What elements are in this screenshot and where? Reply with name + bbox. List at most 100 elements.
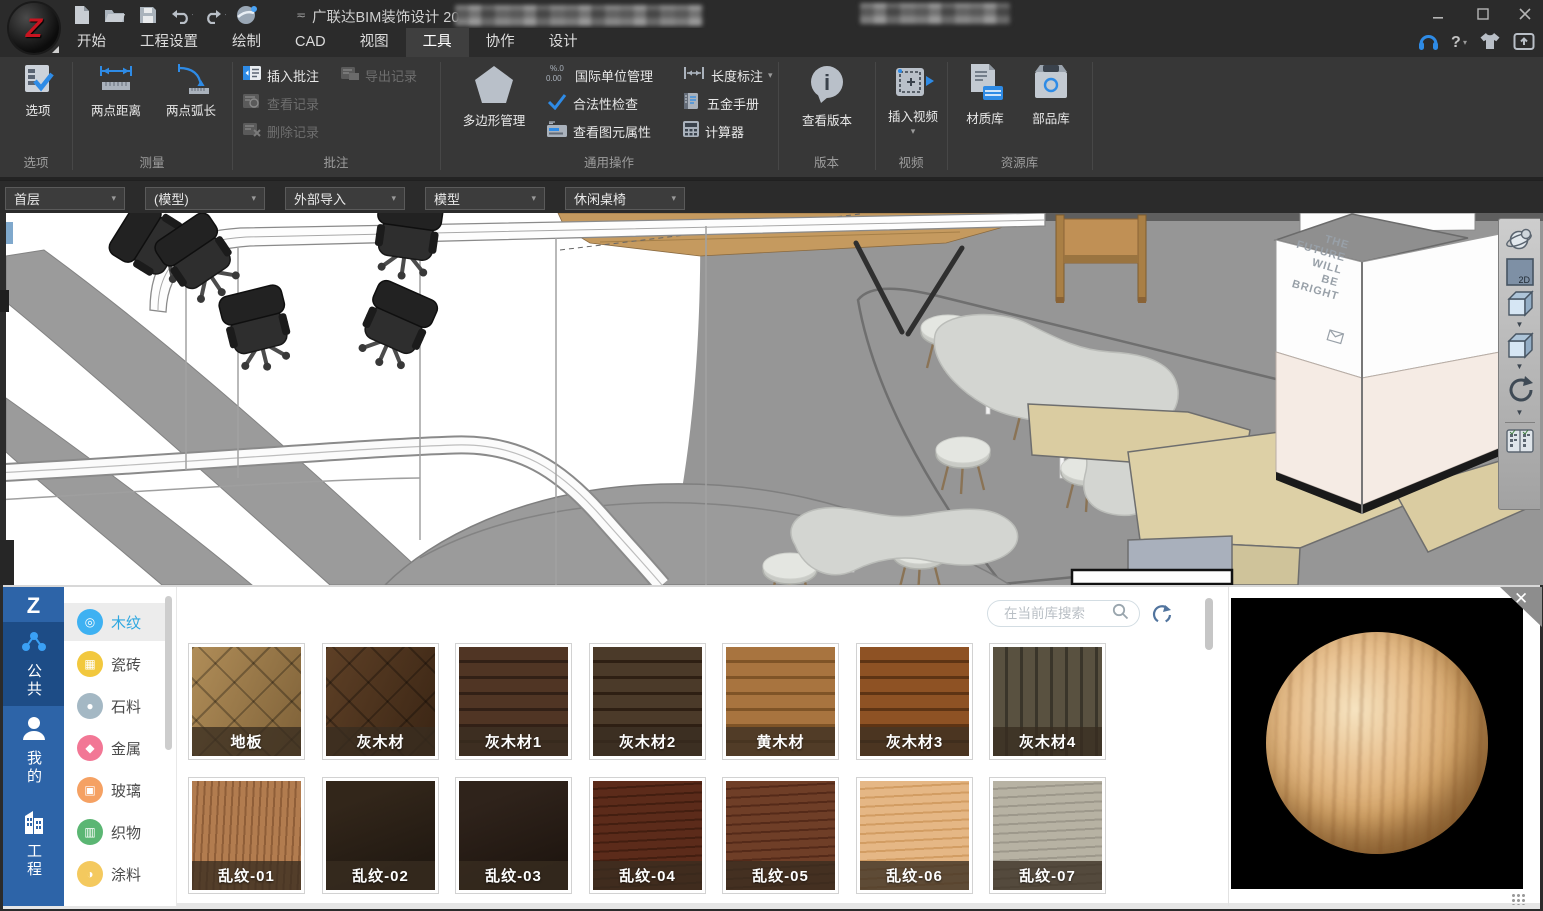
material-card[interactable]: 地板 bbox=[188, 643, 305, 760]
chevron-down-icon[interactable]: ▼ bbox=[1516, 409, 1524, 417]
sync-planet-icon[interactable] bbox=[235, 4, 259, 26]
panel-handle-2[interactable] bbox=[0, 540, 14, 585]
nav-mine[interactable]: 我的 bbox=[3, 715, 64, 799]
material-card[interactable]: 黄木材 bbox=[722, 643, 839, 760]
two-point-arclength-button[interactable]: 两点弧长 bbox=[154, 62, 228, 118]
options-button[interactable]: 选项 bbox=[10, 62, 66, 118]
maximize-button[interactable] bbox=[1468, 5, 1498, 23]
source-selector[interactable]: 外部导入▾ bbox=[285, 187, 405, 210]
material-card[interactable]: 乱纹-04 bbox=[589, 777, 706, 894]
chevron-down-icon: ▾ bbox=[251, 194, 256, 203]
tab-draw[interactable]: 绘制 bbox=[215, 28, 278, 57]
tab-view[interactable]: 视图 bbox=[343, 28, 406, 57]
nav-public[interactable]: 公共 bbox=[3, 622, 64, 706]
undo-icon[interactable] bbox=[169, 4, 193, 26]
view-cube-button[interactable] bbox=[1504, 289, 1536, 319]
legality-check-button[interactable]: 合法性检查 bbox=[546, 91, 638, 115]
material-card[interactable]: 乱纹-02 bbox=[322, 777, 439, 894]
material-card[interactable]: 灰木材1 bbox=[455, 643, 572, 760]
chevron-down-icon[interactable]: ▼ bbox=[1516, 321, 1524, 329]
rotate-view-button[interactable] bbox=[1504, 373, 1536, 407]
calculator-button[interactable]: 计算器 bbox=[682, 119, 744, 143]
close-panel-icon[interactable]: ✕ bbox=[1514, 589, 1528, 609]
material-card[interactable]: 乱纹-01 bbox=[188, 777, 305, 894]
floor-selector[interactable]: 首层▾ bbox=[5, 187, 125, 210]
polygon-manage-button[interactable]: 多边形管理 bbox=[448, 62, 540, 128]
unit-manage-button[interactable]: %.00.00 国际单位管理 bbox=[546, 63, 653, 87]
search-icon[interactable] bbox=[1112, 603, 1129, 625]
export-record-button[interactable]: 导出记录 bbox=[340, 63, 417, 87]
close-window-button[interactable] bbox=[1510, 5, 1540, 23]
model-filter-selector[interactable]: (模型)▾ bbox=[145, 187, 265, 210]
publish-window-icon[interactable] bbox=[1513, 31, 1535, 56]
options-icon bbox=[21, 62, 55, 101]
save-icon[interactable] bbox=[136, 4, 160, 26]
tab-tools[interactable]: 工具 bbox=[406, 28, 469, 57]
minimize-button[interactable] bbox=[1423, 5, 1453, 23]
tab-design[interactable]: 设计 bbox=[532, 28, 595, 57]
svg-text:i: i bbox=[824, 70, 830, 95]
display-settings-button[interactable] bbox=[1504, 428, 1536, 454]
material-card[interactable]: 灰木材4 bbox=[989, 643, 1106, 760]
view-record-button[interactable]: 查看记录 bbox=[242, 91, 319, 115]
view-version-button[interactable]: i 查看版本 bbox=[788, 62, 866, 128]
resize-grip[interactable] bbox=[1511, 893, 1527, 905]
element-properties-button[interactable]: 查看图元属性 bbox=[546, 119, 651, 143]
category-fabric[interactable]: ▥ 织物 bbox=[64, 813, 170, 851]
category-glass[interactable]: ▣ 玻璃 bbox=[64, 771, 170, 809]
open-file-icon[interactable] bbox=[103, 4, 127, 26]
two-point-distance-button[interactable]: 两点距离 bbox=[80, 62, 152, 118]
category-wood[interactable]: ◎ 木纹 bbox=[64, 603, 170, 641]
material-card[interactable]: 乱纹-07 bbox=[989, 777, 1106, 894]
refresh-button[interactable] bbox=[1148, 601, 1174, 627]
tab-project-settings[interactable]: 工程设置 bbox=[123, 28, 215, 57]
group-label-video: 视频 bbox=[875, 153, 947, 173]
chevron-down-icon: ▾ bbox=[531, 194, 536, 203]
theme-shirt-icon[interactable] bbox=[1479, 31, 1501, 56]
slogan-column[interactable]: THE FUTURE WILL BE BRIGHT bbox=[1276, 214, 1500, 514]
element-selector[interactable]: 休闲桌椅▾ bbox=[565, 187, 685, 210]
tab-cad[interactable]: CAD bbox=[278, 28, 343, 57]
insert-video-button[interactable]: 插入视频 ▾ bbox=[882, 62, 944, 136]
material-library-button[interactable]: 材质库 bbox=[954, 62, 1016, 126]
legality-check-icon bbox=[546, 92, 568, 115]
new-file-icon[interactable] bbox=[70, 4, 94, 26]
chevron-down-icon[interactable]: ▼ bbox=[1516, 363, 1524, 371]
component-library-button[interactable]: 部品库 bbox=[1020, 62, 1082, 126]
type-selector[interactable]: 模型▾ bbox=[425, 187, 545, 210]
category-tile[interactable]: ▦ 瓷砖 bbox=[64, 645, 170, 683]
panel-divider bbox=[1228, 587, 1229, 906]
hardware-manual-button[interactable]: 五金手册 bbox=[682, 91, 759, 115]
tab-collaborate[interactable]: 协作 bbox=[469, 28, 532, 57]
redo-icon[interactable] bbox=[202, 4, 226, 26]
category-stone[interactable]: ● 石料 bbox=[64, 687, 170, 725]
search-input[interactable] bbox=[1002, 605, 1106, 622]
view-cube-2-button[interactable] bbox=[1504, 331, 1536, 361]
material-card[interactable]: 乱纹-06 bbox=[856, 777, 973, 894]
category-metal[interactable]: ◆ 金属 bbox=[64, 729, 170, 767]
materials-scrollbar[interactable] bbox=[1205, 598, 1213, 650]
orbit-view-button[interactable] bbox=[1504, 225, 1536, 255]
delete-record-icon bbox=[242, 121, 262, 142]
category-scrollbar[interactable] bbox=[165, 596, 172, 750]
material-card[interactable]: 灰木材2 bbox=[589, 643, 706, 760]
material-name: 乱纹-04 bbox=[593, 861, 702, 890]
insert-annotation-button[interactable]: 插入批注 bbox=[242, 63, 319, 87]
material-card[interactable]: 乱纹-03 bbox=[455, 777, 572, 894]
material-card[interactable]: 灰木材 bbox=[322, 643, 439, 760]
3d-scene[interactable]: THE FUTURE WILL BE BRIGHT bbox=[0, 213, 1543, 585]
material-card[interactable]: 灰木材3 bbox=[856, 643, 973, 760]
tab-start[interactable]: 开始 bbox=[60, 28, 123, 57]
delete-record-button[interactable]: 删除记录 bbox=[242, 119, 319, 143]
scene-low-wall[interactable] bbox=[1072, 570, 1232, 584]
view-2d-button[interactable]: 2D bbox=[1504, 257, 1536, 287]
length-dimension-button[interactable]: 长度标注 ▾ bbox=[682, 63, 773, 87]
material-card[interactable]: 乱纹-05 bbox=[722, 777, 839, 894]
nav-project[interactable]: 工程 bbox=[3, 808, 64, 898]
help-icon[interactable]: ? ▾ bbox=[1451, 34, 1467, 52]
panel-handle[interactable] bbox=[0, 290, 9, 312]
material-preview-sphere[interactable] bbox=[1266, 632, 1488, 854]
library-panel-footer bbox=[3, 903, 1540, 909]
viewport-3d[interactable]: THE FUTURE WILL BE BRIGHT bbox=[0, 213, 1543, 585]
category-paint[interactable]: ◑ 涂料 bbox=[64, 855, 170, 893]
